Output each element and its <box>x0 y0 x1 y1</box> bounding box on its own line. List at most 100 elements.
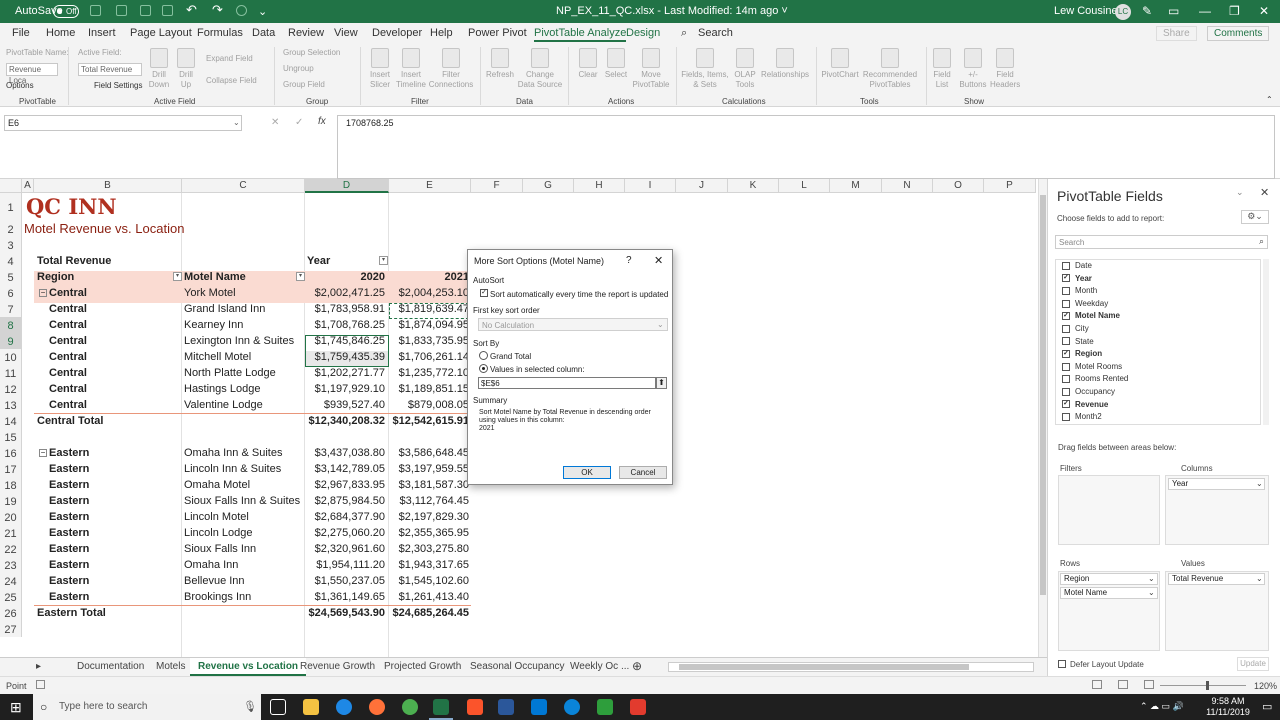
field-item[interactable]: ✓ Region <box>1062 349 1102 358</box>
region-cell[interactable]: Eastern <box>49 573 169 589</box>
row-header-18[interactable]: 18 <box>0 477 22 493</box>
motel-name-cell[interactable]: Omaha Inn <box>184 557 302 573</box>
pen-icon[interactable]: ✎ <box>1142 4 1152 18</box>
revenue-2021-cell[interactable]: $2,303,275.80 <box>391 541 469 557</box>
filter-connections-button[interactable]: Filter Connections <box>428 48 474 90</box>
field-item[interactable]: ✓ Revenue <box>1062 400 1108 409</box>
pivottable-name-input[interactable]: Revenue Loca <box>6 63 58 85</box>
sheet-tab-projected-growth[interactable]: Projected Growth <box>384 661 461 672</box>
field-item[interactable]: Date <box>1062 261 1092 270</box>
column-header-e[interactable]: E <box>389 179 471 193</box>
revenue-2020-cell[interactable]: $2,320,961.60 <box>307 541 385 557</box>
close-icon[interactable]: ✕ <box>1259 4 1269 18</box>
revenue-2020-cell[interactable]: $1,197,929.10 <box>307 381 385 397</box>
pivot-header-motel-name[interactable]: Motel Name <box>184 269 302 285</box>
subtotal-label[interactable]: Central Total <box>37 413 177 429</box>
revenue-2020-cell[interactable]: $1,783,958.91 <box>307 301 385 317</box>
values-field-total-revenue[interactable]: Total Revenue <box>1168 573 1265 585</box>
collapse-toggle-icon[interactable]: − <box>39 449 47 457</box>
vertical-scrollbar[interactable] <box>1038 179 1047 657</box>
revenue-2020-cell[interactable]: $1,361,149.65 <box>307 589 385 605</box>
restore-icon[interactable]: ❐ <box>1229 4 1240 18</box>
confirm-entry-icon[interactable]: ✓ <box>295 117 303 128</box>
first-key-select[interactable]: No Calculation <box>478 318 668 331</box>
revenue-2020-cell[interactable]: $1,202,271.77 <box>307 365 385 381</box>
revenue-2021-cell[interactable]: $879,008.05 <box>391 397 469 413</box>
revenue-2020-cell[interactable]: $3,142,789.05 <box>307 461 385 477</box>
tell-me-search-icon[interactable]: ⌕ <box>681 27 687 40</box>
task-view-icon[interactable] <box>270 699 286 715</box>
field-list-scrollbar[interactable] <box>1263 259 1269 425</box>
insert-slicer-button[interactable]: Insert Slicer <box>366 48 394 90</box>
motel-name-cell[interactable]: Kearney Inn <box>184 317 302 333</box>
row-header-10[interactable]: 10 <box>0 349 22 365</box>
revenue-2021-cell[interactable]: $1,545,102.60 <box>391 573 469 589</box>
subtotal-2020[interactable]: $12,340,208.32 <box>307 413 385 429</box>
field-item[interactable]: Month2 <box>1062 412 1102 421</box>
horizontal-scrollbar-thumb[interactable] <box>679 664 969 670</box>
column-header-c[interactable]: C <box>182 179 305 193</box>
field-list-button[interactable]: Field List <box>930 48 954 90</box>
sheet-title[interactable]: QC INN <box>26 193 176 221</box>
windows-start-icon[interactable]: ⊞ <box>10 699 22 716</box>
notifications-icon[interactable]: ▭ <box>1262 700 1272 713</box>
row-header-21[interactable]: 21 <box>0 525 22 541</box>
row-header-2[interactable]: 2 <box>0 221 22 237</box>
outlook-icon[interactable] <box>531 699 547 715</box>
autosave-toggle[interactable]: Off <box>53 5 79 18</box>
open-file-icon[interactable] <box>140 5 151 16</box>
revenue-2020-cell[interactable]: $2,684,377.90 <box>307 509 385 525</box>
revenue-2020-cell[interactable]: $1,745,846.25 <box>307 333 385 349</box>
region-cell[interactable]: Eastern <box>49 589 169 605</box>
select-all-corner[interactable] <box>0 179 22 193</box>
column-header-i[interactable]: I <box>625 179 676 193</box>
revenue-2021-cell[interactable]: $2,004,253.10 <box>391 285 469 301</box>
row-header-25[interactable]: 25 <box>0 589 22 605</box>
macro-record-icon[interactable] <box>36 680 45 689</box>
column-header-m[interactable]: M <box>830 179 882 193</box>
group-selection-button[interactable]: Group Selection <box>283 48 340 57</box>
tab-insert[interactable]: Insert <box>88 27 116 39</box>
region-cell[interactable]: Eastern <box>49 477 169 493</box>
column-header-g[interactable]: G <box>523 179 574 193</box>
field-search-input[interactable]: Search <box>1055 235 1268 249</box>
tab-view[interactable]: View <box>334 27 358 39</box>
tab-data[interactable]: Data <box>252 27 275 39</box>
motel-name-cell[interactable]: Omaha Inn & Suites <box>184 445 302 461</box>
row-header-14[interactable]: 14 <box>0 413 22 429</box>
column-header-d[interactable]: D <box>305 179 389 193</box>
row-header-15[interactable]: 15 <box>0 429 22 445</box>
column-header-a[interactable]: A <box>22 179 34 193</box>
row-header-22[interactable]: 22 <box>0 541 22 557</box>
subtotal-label[interactable]: Eastern Total <box>37 605 177 621</box>
word-icon[interactable] <box>498 699 514 715</box>
column-header-p[interactable]: P <box>984 179 1036 193</box>
motel-name-cell[interactable]: Valentine Lodge <box>184 397 302 413</box>
revenue-2020-cell[interactable]: $1,550,237.05 <box>307 573 385 589</box>
drill-up-button[interactable]: Drill Up <box>175 48 197 90</box>
motel-name-cell[interactable]: Lexington Inn & Suites <box>184 333 302 349</box>
field-headers-button[interactable]: Field Headers <box>990 48 1020 90</box>
motel-name-cell[interactable]: Lincoln Inn & Suites <box>184 461 302 477</box>
sheet-nav-next-icon[interactable]: ▸ <box>36 661 41 672</box>
drill-down-button[interactable]: Drill Down <box>148 48 170 90</box>
column-ref-input[interactable]: $E$6 <box>478 377 656 389</box>
undo-icon[interactable]: ↶ <box>186 2 197 18</box>
refresh-button[interactable]: Refresh <box>485 48 515 80</box>
collapse-toggle-icon[interactable]: − <box>39 289 47 297</box>
motel-name-cell[interactable]: North Platte Lodge <box>184 365 302 381</box>
field-item[interactable]: Month <box>1062 286 1097 295</box>
revenue-2020-cell[interactable]: $2,875,984.50 <box>307 493 385 509</box>
revenue-2021-cell[interactable]: $1,819,639.47 <box>391 301 469 317</box>
tab-developer[interactable]: Developer <box>372 27 422 39</box>
row-header-3[interactable]: 3 <box>0 237 22 253</box>
field-item[interactable]: City <box>1062 324 1089 333</box>
motel-name-cell[interactable]: Mitchell Motel <box>184 349 302 365</box>
system-tray-icons[interactable]: ⌃ ☁ ▭ 🔊 <box>1140 701 1184 712</box>
zoom-slider-thumb[interactable] <box>1206 681 1209 690</box>
buttons-toggle[interactable]: +/- Buttons <box>958 48 988 90</box>
revenue-2021-cell[interactable]: $1,261,413.40 <box>391 589 469 605</box>
revenue-2021-cell[interactable]: $1,943,317.65 <box>391 557 469 573</box>
region-cell[interactable]: Eastern <box>49 525 169 541</box>
record-icon[interactable] <box>236 5 247 16</box>
